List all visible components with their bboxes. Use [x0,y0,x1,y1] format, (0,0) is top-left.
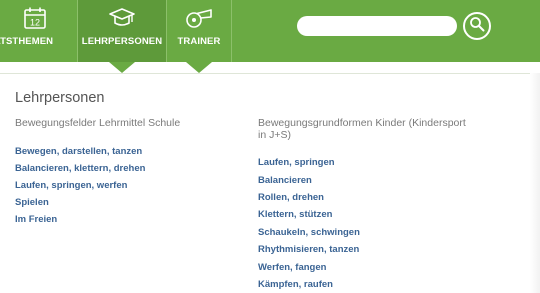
link-klettern-stuetzen[interactable]: Klettern, stützen [258,209,332,220]
link-balancieren[interactable]: Balancieren [258,175,312,186]
nav-item-trainer[interactable]: TRAINER [167,0,231,62]
nav-divider [231,0,232,62]
link-schaukeln-schwingen[interactable]: Schaukeln, schwingen [258,227,360,238]
active-nav-indicator [109,62,135,73]
link-rollen-drehen[interactable]: Rollen, drehen [258,192,324,203]
nav-label-lehrpersonen: LEHRPERSONEN [81,36,163,47]
link-laufen-springen[interactable]: Laufen, springen [258,157,335,168]
search-input[interactable] [297,16,457,36]
right-column-heading-line1: Bewegungsgrundformen Kinder (Kindersport [258,117,466,129]
page-title: Lehrpersonen [15,90,105,106]
calendar-icon: 12 [22,4,48,32]
link-balancieren-klettern-drehen[interactable]: Balancieren, klettern, drehen [15,163,145,174]
nav-label-natsthemen: NATSTHEMEN [0,36,54,47]
search-button[interactable] [463,12,491,40]
link-bewegen-darstellen-tanzen[interactable]: Bewegen, darstellen, tanzen [15,146,142,157]
nav-indicator-trainer [186,62,212,73]
whistle-icon [184,4,214,32]
top-navigation-bar: 12 NATSTHEMEN LEHRPERSONEN TRAINER [0,0,540,62]
link-werfen-fangen[interactable]: Werfen, fangen [258,262,326,273]
link-laufen-springen-werfen[interactable]: Laufen, springen, werfen [15,180,127,191]
link-rhythmisieren-tanzen[interactable]: Rhythmisieren, tanzen [258,244,359,255]
link-kaempfen-raufen[interactable]: Kämpfen, raufen [258,279,333,290]
nav-item-lehrpersonen[interactable]: LEHRPERSONEN [78,0,166,62]
calendar-icon-number: 12 [30,18,40,28]
nav-label-trainer: TRAINER [177,36,221,47]
graduation-cap-icon [108,4,136,32]
right-column-heading-line2: in J+S) [258,129,291,141]
link-spielen[interactable]: Spielen [15,197,49,208]
nav-item-natsthemen[interactable]: 12 NATSTHEMEN [0,0,70,62]
link-im-freien[interactable]: Im Freien [15,214,57,225]
left-column-heading: Bewegungsfelder Lehrmittel Schule [15,117,181,129]
right-column-heading: Bewegungsgrundformen Kinder (Kindersport… [258,117,466,141]
panel-edge-shadow [530,73,540,293]
search-icon [469,16,485,37]
